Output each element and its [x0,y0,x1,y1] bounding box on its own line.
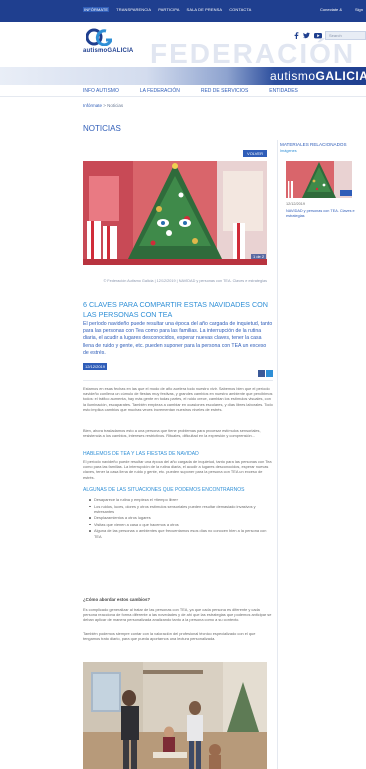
main-nav-item-entidades[interactable]: ENTIDADES [269,88,298,94]
twitter-share-icon[interactable] [266,370,273,377]
top-nav-item-transparencia[interactable]: TRANSPARENCIA [116,7,151,12]
main-nav-item-red-de-servicios[interactable]: RED DE SERVICIOS [201,88,248,94]
main-nav-item-info-autismo[interactable]: INFO AUTISMO [83,88,119,94]
sidebar-divider [277,140,278,769]
sidebar-subtitle: Imágenes [280,149,297,153]
logo-text: autismoGALICIA [83,48,134,54]
breadcrumb-current: Noticias [107,103,124,108]
youtube-icon[interactable] [314,32,322,39]
nav-divider [0,96,366,97]
related-link[interactable]: NAVIDAD y personas con TEA. Claves e est… [286,209,356,219]
banner-logo-text: autismoGALICIA [270,69,366,83]
main-nav: INFO AUTISMO LA FEDERACIÓN RED DE SERVIC… [83,88,298,94]
article-subheading: HABLEMOS DE TEA Y LAS FIESTAS DE NAVIDAD [83,451,199,457]
article-lead: El período navideño puede resultar una é… [83,321,273,356]
list-item: Desplazamientos a otros lugares [89,515,273,520]
date-badge: 12/12/2019 [83,363,107,370]
gallery-counter: 1 de 2 [251,254,267,259]
search-input[interactable]: Search [325,31,366,40]
top-nav-item-informate[interactable]: INFÓRMATE [83,7,110,12]
main-nav-item-la-federacion[interactable]: LA FEDERACIÓN [140,88,180,94]
top-nav-item-sala-de-prensa[interactable]: SALA DE PRENSA [187,7,223,12]
list-item: Los ruidos, luces, olores y otros estímu… [89,504,273,514]
page: INFÓRMATE TRANSPARENCIA PARTICIPA SALA D… [0,0,366,769]
sidebar-title: MATERIALES RELACIONADOS [280,142,347,147]
social-links [294,32,322,39]
article-paragraph: También podemos siempre contar con la va… [83,631,256,642]
situations-list: Desaparece la rutina y empieza el «tiemp… [89,497,273,540]
back-button[interactable]: VOLVER [243,150,267,157]
banner-logo-light: autismo [270,69,316,83]
image-caption: © Federación Autismo Galicia | 12/12/201… [103,279,267,283]
connect-link[interactable]: Conectate & [320,7,342,12]
breadcrumb: Infórmate > Noticias [83,103,123,108]
hero-image[interactable] [83,161,267,265]
header-watermark: FEDERACIÓN [150,38,356,69]
top-nav-item-contacta[interactable]: CONTACTA [229,7,251,12]
logo-icon[interactable] [86,28,112,46]
list-item: Desaparece la rutina y empieza el «tiemp… [89,497,273,502]
related-date: 12/12/2019 [286,202,306,206]
banner-logo-bold: GALICIA [315,69,366,83]
share-buttons [258,370,273,377]
twitter-icon[interactable] [303,32,310,39]
article-paragraph: Estamos en esas fechas en las que el mod… [83,386,273,412]
top-nav-item-participa[interactable]: PARTICIPA [158,7,179,12]
breadcrumb-informate[interactable]: Infórmate [83,103,102,108]
family-photo[interactable] [83,662,267,769]
article-subheading: ALGUNAS DE LAS SITUACIONES QUE PODEMOS E… [83,487,245,493]
related-image[interactable] [286,161,352,198]
facebook-icon[interactable] [294,32,299,39]
top-nav: INFÓRMATE TRANSPARENCIA PARTICIPA SALA D… [83,7,251,12]
article-question-heading: ¿Cómo abordar estos cambios? [83,597,151,602]
sign-link[interactable]: Sign [355,7,363,12]
list-item: Visitas que vienen a casa o que hacemos … [89,522,273,527]
facebook-share-icon[interactable] [258,370,265,377]
page-title: NOTICIAS [83,124,121,133]
article-paragraph: Es complicado generalizar al tratar de l… [83,607,272,623]
article-paragraph: Bien, ahora trasladamos esto a una perso… [83,428,261,439]
article-headline: 6 CLAVES PARA COMPARTIR ESTAS NAVIDADES … [83,300,268,319]
article-paragraph: El período navideño puede resultar una é… [83,459,272,480]
list-item: Alguna de las personas o ambientes que f… [89,528,273,539]
share-divider [83,380,273,381]
